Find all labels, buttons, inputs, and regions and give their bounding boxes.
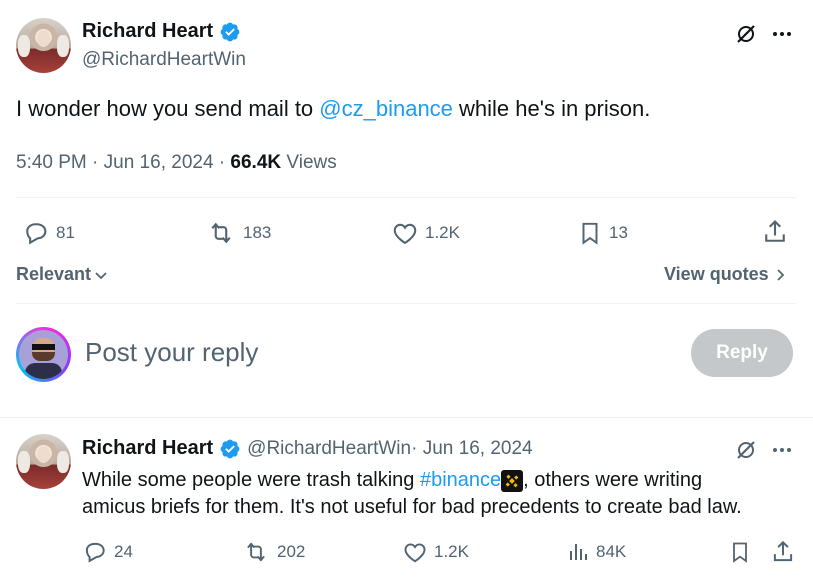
grok-icon[interactable]: [734, 22, 758, 46]
author-handle[interactable]: @RichardHeartWin: [82, 49, 246, 71]
like-icon: [402, 539, 428, 565]
reply-text-end: , others were writing: [523, 469, 703, 491]
reply-date[interactable]: · Jun 16, 2024: [411, 438, 532, 460]
reply-views-count: 84K: [596, 542, 627, 561]
my-avatar[interactable]: [16, 327, 71, 382]
reply-text-start: While some people were trash talking: [82, 469, 420, 491]
reply-like-action[interactable]: 1.2K: [402, 539, 469, 565]
tweet-text: I wonder how you send mail to @cz_binanc…: [16, 96, 650, 122]
author-avatar[interactable]: [16, 18, 71, 73]
retweet-action[interactable]: 183: [205, 219, 271, 247]
bookmark-icon[interactable]: [728, 539, 752, 565]
bookmark-icon: [577, 219, 603, 247]
retweet-icon: [241, 539, 271, 565]
section-divider: [0, 417, 813, 418]
like-icon: [391, 219, 419, 247]
binance-emoji-icon: [501, 469, 524, 492]
reply-author-handle[interactable]: @RichardHeartWin: [247, 438, 411, 460]
reply-text-line1: While some people were trash talking #bi…: [82, 467, 742, 494]
views-label: Views: [281, 152, 337, 173]
share-icon[interactable]: [761, 218, 789, 246]
share-icon[interactable]: [770, 539, 796, 565]
reply-count: 81: [56, 223, 75, 242]
reply-icon: [22, 219, 50, 247]
meta-separator: ·: [213, 152, 231, 173]
more-icon[interactable]: [771, 24, 793, 44]
sort-dropdown[interactable]: Relevant: [16, 264, 109, 285]
reply-like-count: 1.2K: [434, 542, 469, 561]
views-count: 66.4K: [230, 152, 282, 173]
divider: [16, 303, 796, 304]
chevron-right-icon: [775, 267, 787, 283]
reply-author-avatar[interactable]: [16, 434, 71, 489]
retweet-icon: [205, 219, 237, 247]
chevron-down-icon: [93, 267, 109, 283]
bookmark-count: 13: [609, 223, 628, 242]
verified-badge-icon: [219, 438, 241, 460]
like-count: 1.2K: [425, 223, 460, 242]
tweet-meta: 5:40 PM · Jun 16, 2024 · 66.4K Views: [16, 152, 337, 174]
author-name[interactable]: Richard Heart: [82, 20, 213, 43]
view-quotes-label: View quotes: [664, 264, 769, 284]
hashtag-link[interactable]: #binance: [420, 469, 501, 491]
bookmark-action[interactable]: 13: [577, 219, 628, 247]
reply-retweet-count: 202: [277, 542, 306, 561]
mention-link[interactable]: @cz_binance: [319, 96, 453, 121]
reply-reply-count: 24: [114, 542, 133, 561]
reply-author-name[interactable]: Richard Heart: [82, 437, 213, 460]
more-icon[interactable]: [771, 440, 793, 460]
like-action[interactable]: 1.2K: [391, 219, 460, 247]
reply-reply-action[interactable]: 24: [82, 539, 133, 565]
reply-text-line2: amicus briefs for them. It's not useful …: [82, 496, 742, 518]
tweet-text-end: while he's in prison.: [452, 96, 651, 121]
sort-label: Relevant: [16, 264, 92, 284]
reply-icon: [82, 539, 108, 565]
divider: [16, 197, 796, 198]
tweet-text-start: I wonder how you send mail to: [16, 96, 320, 121]
verified-badge-icon: [219, 21, 241, 43]
reply-text: While some people were trash talking #bi…: [82, 467, 742, 521]
reply-views-action[interactable]: 84K: [566, 539, 626, 565]
retweet-count: 183: [243, 223, 272, 242]
view-quotes-link[interactable]: View quotes: [664, 264, 787, 285]
reply-action[interactable]: 81: [22, 219, 75, 247]
reply-retweet-action[interactable]: 202: [241, 539, 305, 565]
reply-input[interactable]: Post your reply: [85, 337, 258, 368]
tweet-time[interactable]: 5:40 PM · Jun 16, 2024: [16, 152, 214, 173]
views-icon: [566, 539, 590, 565]
grok-icon[interactable]: [734, 438, 758, 462]
reply-button[interactable]: Reply: [691, 329, 793, 377]
